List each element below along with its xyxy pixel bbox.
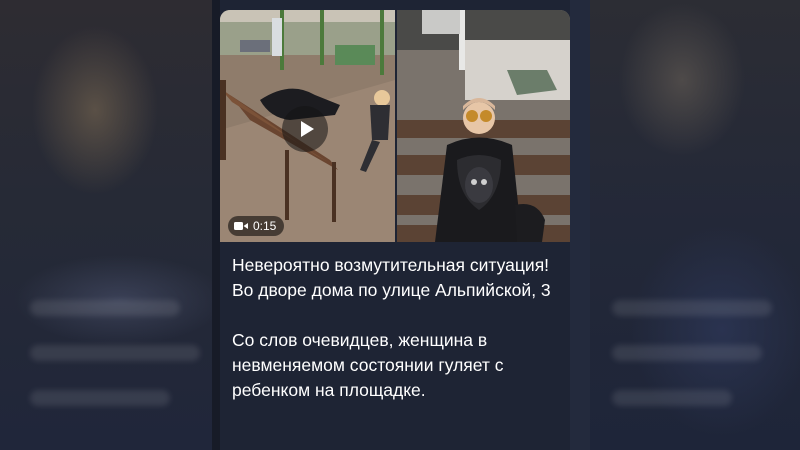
play-button[interactable] xyxy=(282,106,328,152)
message-card: 0:15 Невероятно возмутительная ситуация!… xyxy=(212,0,572,450)
media-album[interactable]: 0:15 xyxy=(220,10,570,242)
screen-edge-right xyxy=(570,0,590,450)
woman-photo-image xyxy=(397,10,570,242)
play-icon xyxy=(300,121,314,137)
blurred-text-line xyxy=(612,390,732,406)
blurred-text-line xyxy=(30,345,200,361)
video-camera-icon xyxy=(234,222,248,230)
screen-edge-left xyxy=(212,0,220,450)
video-duration: 0:15 xyxy=(253,219,277,233)
photo-thumbnail[interactable] xyxy=(397,10,570,242)
blurred-text-line xyxy=(612,345,762,361)
blurred-background-right xyxy=(572,0,800,450)
blurred-text-line xyxy=(30,300,180,316)
video-thumbnail[interactable]: 0:15 xyxy=(220,10,395,242)
video-duration-badge: 0:15 xyxy=(228,216,285,236)
blurred-text-line xyxy=(612,300,772,316)
post-paragraph: Невероятно возмутительная ситуация! Во д… xyxy=(232,255,551,300)
blurred-text-line xyxy=(30,390,170,406)
post-text: Невероятно возмутительная ситуация! Во д… xyxy=(232,253,562,403)
blurred-background-left xyxy=(0,0,212,450)
post-paragraph: Со слов очевидцев, женщина в невменяемом… xyxy=(232,330,504,400)
